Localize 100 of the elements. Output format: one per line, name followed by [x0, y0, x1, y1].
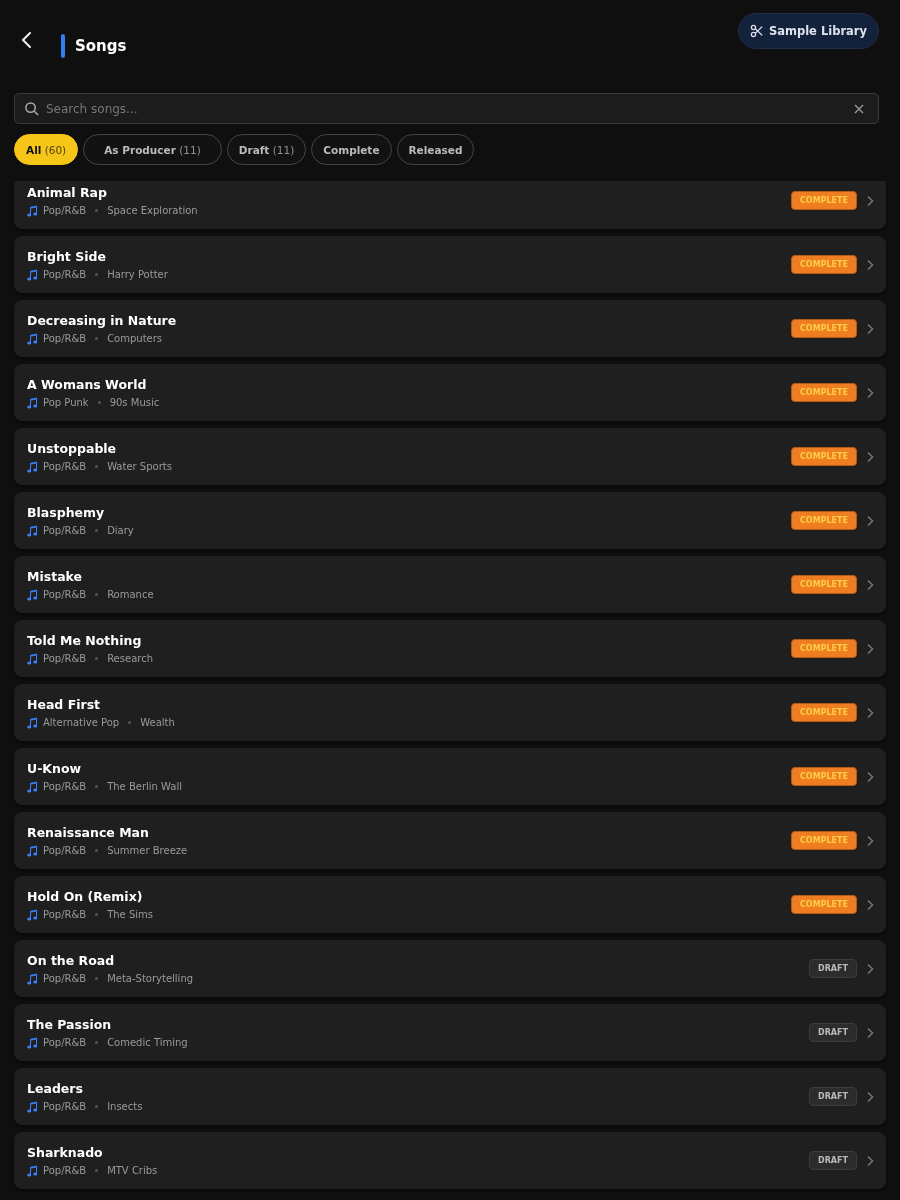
- song-title: Bright Side: [27, 248, 107, 264]
- music-note-icon: [27, 588, 38, 601]
- song-card[interactable]: U-Know Pop/R&B The Berlin Wall COMPLETE: [14, 748, 886, 805]
- chevron-right-icon: [866, 194, 874, 207]
- topic-text: Insects: [107, 1101, 143, 1112]
- music-note-icon: [27, 652, 38, 665]
- separator-dot: [95, 529, 99, 532]
- song-card[interactable]: On the Road Pop/R&B Meta-Storytelling DRAFT: [14, 940, 886, 997]
- genre-text: Pop/R&B: [43, 461, 87, 472]
- song-card[interactable]: Renaissance Man Pop/R&B Summer Breeze COMPLETE: [14, 812, 886, 869]
- music-note-icon: [27, 1164, 38, 1177]
- status-badge: COMPLETE: [791, 639, 857, 658]
- song-card[interactable]: Leaders Pop/R&B Insects DRAFT: [14, 1068, 886, 1125]
- genre-text: Pop/R&B: [43, 845, 87, 856]
- chevron-right-icon: [866, 514, 874, 527]
- clear-icon[interactable]: [854, 104, 864, 114]
- song-card[interactable]: Unstoppable Pop/R&B Water Sports COMPLETE: [14, 428, 886, 485]
- song-title: Blasphemy: [27, 504, 106, 520]
- scissors-icon: [749, 24, 764, 38]
- status-badge: COMPLETE: [791, 767, 857, 786]
- separator-dot: [95, 657, 99, 660]
- sample-library-button[interactable]: Sample Library: [737, 13, 879, 49]
- genre-text: Pop/R&B: [43, 973, 87, 984]
- separator-dot: [95, 593, 99, 596]
- chevron-right-icon: [866, 386, 874, 399]
- topic-text: The Sims: [107, 909, 153, 920]
- title-accent-bar: [61, 34, 65, 58]
- topic-text: Wealth: [140, 717, 175, 728]
- filter-chip[interactable]: As Producer (11): [83, 134, 222, 165]
- song-card[interactable]: Decreasing in Nature Pop/R&B Computers COMPLETE: [14, 300, 886, 357]
- genre-text: Pop/R&B: [43, 1037, 87, 1048]
- chevron-right-icon: [866, 962, 874, 975]
- separator-dot: [95, 1041, 99, 1044]
- topic-text: Summer Breeze: [107, 845, 188, 856]
- back-icon: [20, 31, 32, 49]
- topic-text: Research: [107, 653, 153, 664]
- filter-chip[interactable]: Draft (11): [226, 134, 307, 165]
- song-title: Leaders: [27, 1080, 84, 1096]
- chevron-right-icon: [866, 898, 874, 911]
- song-card[interactable]: Bright Side Pop/R&B Harry Potter COMPLETE: [14, 236, 886, 293]
- back-button[interactable]: [20, 31, 32, 49]
- genre-text: Pop/R&B: [43, 205, 87, 216]
- status-badge: COMPLETE: [791, 255, 857, 274]
- status-badge: COMPLETE: [791, 831, 857, 850]
- song-title: Renaissance Man: [27, 824, 150, 840]
- filter-chip[interactable]: All (60): [14, 134, 79, 165]
- chevron-right-icon: [866, 322, 874, 335]
- genre-text: Alternative Pop: [43, 717, 120, 728]
- page-title: Songs: [75, 37, 127, 55]
- music-note-icon: [27, 844, 38, 857]
- chevron-right-icon: [866, 834, 874, 847]
- separator-dot: [128, 721, 132, 724]
- status-badge: DRAFT: [809, 1151, 857, 1170]
- separator-dot: [95, 849, 99, 852]
- song-card[interactable]: Animal Rap Pop/R&B Space Exploration COMPLETE: [14, 181, 886, 229]
- song-card[interactable]: Blasphemy Pop/R&B Diary COMPLETE: [14, 492, 886, 549]
- song-card[interactable]: The Passion Pop/R&B Comedic Timing DRAFT: [14, 1004, 886, 1061]
- chevron-right-icon: [866, 1090, 874, 1103]
- chevron-right-icon: [866, 642, 874, 655]
- topic-text: MTV Cribs: [107, 1165, 158, 1176]
- chevron-right-icon: [866, 1026, 874, 1039]
- search-field[interactable]: Search songs...: [14, 93, 879, 124]
- song-card[interactable]: Told Me Nothing Pop/R&B Research COMPLETE: [14, 620, 886, 677]
- song-card[interactable]: Hold On (Remix) Pop/R&B The Sims COMPLETE: [14, 876, 886, 933]
- chevron-right-icon: [866, 706, 874, 719]
- filter-chip[interactable]: Complete: [311, 134, 392, 165]
- music-note-icon: [27, 908, 38, 921]
- status-badge: DRAFT: [809, 1023, 857, 1042]
- music-note-icon: [27, 204, 38, 217]
- separator-dot: [95, 209, 99, 212]
- music-note-icon: [27, 1036, 38, 1049]
- topic-text: Space Exploration: [107, 205, 198, 216]
- song-card[interactable]: Sharknado Pop/R&B MTV Cribs DRAFT: [14, 1132, 886, 1189]
- genre-text: Pop/R&B: [43, 909, 87, 920]
- status-badge: COMPLETE: [791, 895, 857, 914]
- genre-text: Pop/R&B: [43, 1101, 87, 1112]
- song-card[interactable]: A Womans World Pop Punk 90s Music COMPLETE: [14, 364, 886, 421]
- filter-chip[interactable]: Released: [396, 134, 475, 165]
- separator-dot: [95, 913, 99, 916]
- status-badge: COMPLETE: [791, 319, 857, 338]
- status-badge: COMPLETE: [791, 703, 857, 722]
- song-card[interactable]: Mistake Pop/R&B Romance COMPLETE: [14, 556, 886, 613]
- song-title: U-Know: [27, 760, 83, 776]
- topic-text: Meta-Storytelling: [107, 973, 194, 984]
- song-card[interactable]: Head First Alternative Pop Wealth COMPLETE: [14, 684, 886, 741]
- separator-dot: [97, 401, 101, 404]
- song-title: Hold On (Remix): [27, 888, 144, 904]
- genre-text: Pop/R&B: [43, 1165, 87, 1176]
- music-note-icon: [27, 1100, 38, 1113]
- song-title: Head First: [27, 696, 102, 712]
- topic-text: Diary: [107, 525, 134, 536]
- chevron-right-icon: [866, 450, 874, 463]
- music-note-icon: [27, 780, 38, 793]
- topic-text: Water Sports: [107, 461, 172, 472]
- song-title: Sharknado: [27, 1144, 104, 1160]
- song-title: On the Road: [27, 952, 116, 968]
- music-note-icon: [27, 460, 38, 473]
- song-title: Unstoppable: [27, 440, 118, 456]
- separator-dot: [95, 273, 99, 276]
- status-badge: COMPLETE: [791, 511, 857, 530]
